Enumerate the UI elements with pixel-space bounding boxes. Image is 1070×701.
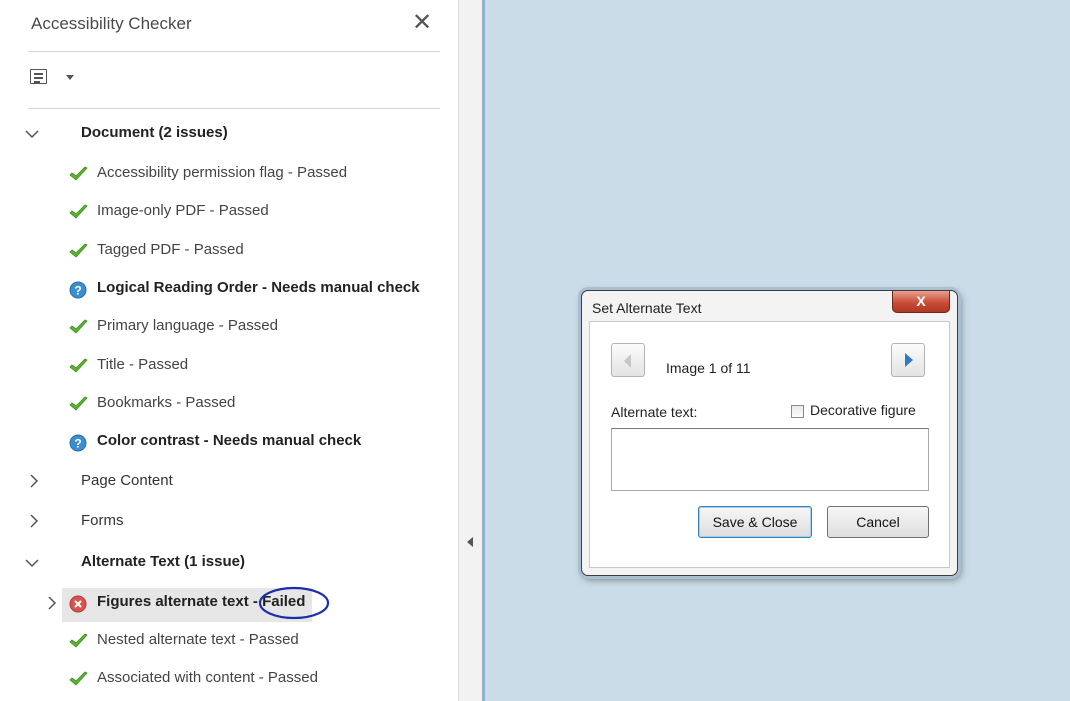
set-alternate-text-dialog: Set Alternate Text X Image 1 of 11 Alter…: [581, 290, 958, 576]
check-item-label: Nested alternate text - Passed: [97, 631, 299, 648]
dialog-title: Set Alternate Text: [592, 300, 702, 316]
collapse-left-icon[interactable]: [467, 537, 473, 547]
category-document[interactable]: Document (2 issues): [0, 122, 458, 146]
check-item-label: Bookmarks - Passed: [97, 394, 236, 411]
category-page-content[interactable]: Page Content: [0, 470, 458, 494]
dialog-close-button[interactable]: X: [892, 291, 950, 313]
chevron-down-icon: [66, 75, 74, 80]
category-forms[interactable]: Forms: [0, 510, 458, 534]
help-question-icon: ?: [68, 279, 89, 299]
check-item[interactable]: Image-only PDF - Passed: [0, 201, 458, 225]
next-image-button[interactable]: [891, 343, 925, 377]
check-item-label: Associated with content - Passed: [97, 669, 318, 686]
arrow-right-icon: [905, 353, 913, 367]
check-item-label: Tagged PDF - Passed: [97, 241, 244, 258]
check-item[interactable]: ? Logical Reading Order - Needs manual c…: [0, 278, 458, 302]
decorative-figure-label: Decorative figure: [810, 402, 916, 418]
chevron-right-icon[interactable]: [26, 512, 42, 530]
divider: [28, 51, 440, 52]
save-close-button[interactable]: Save & Close: [698, 506, 812, 538]
check-item-label: Accessibility permission flag - Passed: [97, 164, 348, 181]
arrow-left-icon: [624, 354, 631, 368]
check-item[interactable]: Associated with content - Passed: [0, 668, 458, 692]
check-icon: [68, 241, 89, 261]
check-item-label: Image-only PDF - Passed: [97, 202, 269, 219]
close-panel-button[interactable]: ✕: [411, 10, 433, 36]
svg-text:?: ?: [74, 437, 81, 451]
category-alternate-text[interactable]: Alternate Text (1 issue): [0, 551, 458, 575]
chevron-right-icon[interactable]: [44, 594, 60, 612]
alternate-text-input[interactable]: [611, 428, 929, 491]
check-icon: [68, 317, 89, 337]
check-item-label: Logical Reading Order - Needs manual che…: [97, 279, 420, 296]
check-item[interactable]: Accessibility permission flag - Passed: [0, 163, 458, 187]
alternate-text-label: Alternate text:: [611, 404, 698, 420]
image-counter: Image 1 of 11: [666, 360, 751, 376]
help-question-icon: ?: [68, 432, 89, 452]
check-icon: [68, 202, 89, 222]
decorative-figure-checkbox[interactable]: [791, 405, 804, 418]
check-item[interactable]: Nested alternate text - Passed: [0, 630, 458, 654]
chevron-right-icon[interactable]: [26, 472, 42, 490]
check-item[interactable]: Primary language - Passed: [0, 316, 458, 340]
divider: [28, 108, 440, 109]
check-icon: [68, 631, 89, 651]
check-icon: [68, 164, 89, 184]
check-icon: [68, 669, 89, 689]
dialog-content: Image 1 of 11 Alternate text: Decorative…: [589, 321, 950, 568]
check-item[interactable]: ? Color contrast - Needs manual check: [0, 431, 458, 455]
check-item[interactable]: Tagged PDF - Passed: [0, 240, 458, 264]
annotation-circle: [258, 586, 330, 620]
panel-collapse-handle[interactable]: [458, 0, 482, 701]
check-item[interactable]: Title - Passed: [0, 355, 458, 379]
category-label: Document (2 issues): [81, 124, 228, 141]
check-item-label: Color contrast - Needs manual check: [97, 432, 362, 449]
category-label: Alternate Text (1 issue): [81, 553, 245, 570]
list-options-icon: [30, 69, 47, 84]
chevron-down-icon[interactable]: [24, 124, 40, 142]
svg-text:?: ?: [74, 284, 81, 298]
panel-title: Accessibility Checker: [31, 14, 192, 33]
options-menu-button[interactable]: [30, 68, 76, 88]
check-item-label: Primary language - Passed: [97, 317, 278, 334]
accessibility-checker-panel: Accessibility Checker ✕ Document (2 issu…: [0, 0, 458, 701]
previous-image-button[interactable]: [611, 343, 645, 377]
check-icon: [68, 394, 89, 414]
chevron-down-icon[interactable]: [24, 553, 40, 571]
check-item[interactable]: Bookmarks - Passed: [0, 393, 458, 417]
check-item-label: Title - Passed: [97, 356, 189, 373]
failed-x-icon: [68, 593, 89, 613]
cancel-button[interactable]: Cancel: [827, 506, 929, 538]
category-label: Forms: [81, 512, 124, 529]
category-label: Page Content: [81, 472, 173, 489]
check-item-figures-alternate-text[interactable]: Figures alternate text - Failed: [0, 592, 458, 616]
check-icon: [68, 356, 89, 376]
